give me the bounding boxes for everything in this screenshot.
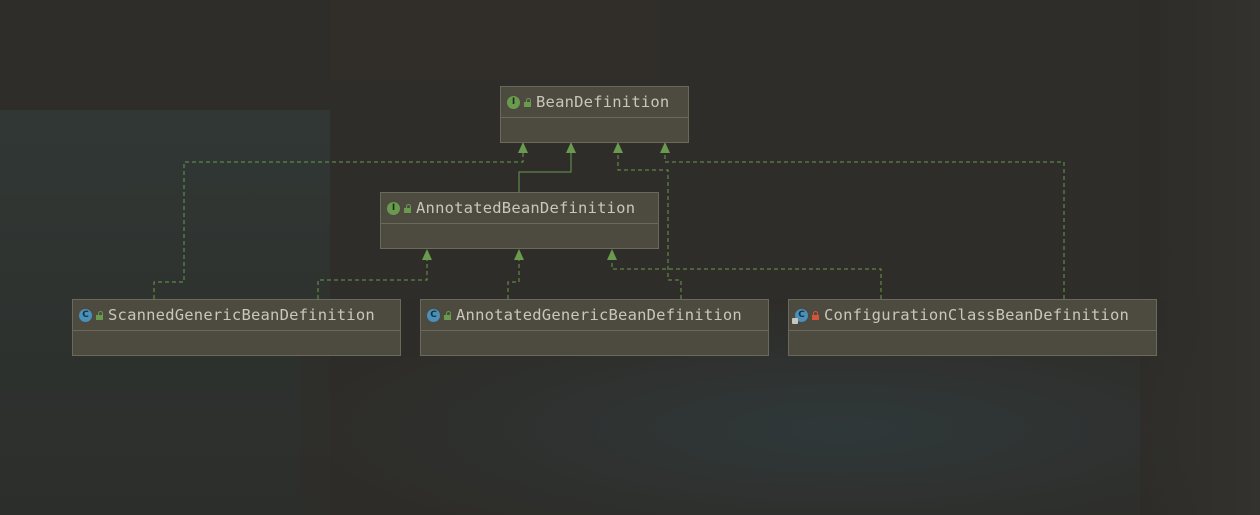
node-header: I AnnotatedBeanDefinition [381, 193, 658, 224]
arrowhead [514, 249, 524, 260]
node-header: C ConfigurationClassBeanDefinition [789, 300, 1156, 331]
public-lock-icon [523, 97, 532, 107]
edge-configuration-to-bean [664, 152, 1065, 299]
arrowhead [660, 142, 670, 153]
nested-class-marker-icon [792, 317, 798, 324]
public-lock-icon [443, 310, 452, 320]
inheritance-edges [153, 142, 1065, 299]
interface-icon: I [507, 95, 520, 109]
public-lock-icon [95, 310, 104, 320]
edge-annotated-to-bean [518, 152, 572, 192]
arrowhead [613, 142, 623, 153]
interface-icon: I [387, 201, 400, 215]
node-configuration-class-bean-definition[interactable]: C ConfigurationClassBeanDefinition [788, 299, 1157, 356]
class-icon: C [792, 308, 808, 324]
node-label: BeanDefinition [536, 93, 670, 111]
class-icon: C [79, 308, 92, 322]
arrowhead [422, 249, 432, 260]
node-label: AnnotatedBeanDefinition [416, 199, 636, 217]
node-bean-definition[interactable]: I BeanDefinition [500, 86, 689, 143]
node-label: ConfigurationClassBeanDefinition [824, 306, 1130, 324]
node-header: I BeanDefinition [501, 87, 688, 118]
edge-configuration-to-annotated [611, 259, 882, 299]
edge-annotatedgeneric-to-annotated [507, 259, 520, 299]
edge-scanned-to-annotated [317, 259, 428, 299]
public-lock-icon [403, 203, 412, 213]
node-label: AnnotatedGenericBeanDefinition [456, 306, 742, 324]
arrowhead [607, 249, 617, 260]
node-header: C AnnotatedGenericBeanDefinition [421, 300, 768, 331]
node-annotated-bean-definition[interactable]: I AnnotatedBeanDefinition [380, 192, 659, 249]
node-scanned-generic-bean-definition[interactable]: C ScannedGenericBeanDefinition [72, 299, 401, 356]
private-lock-icon [811, 310, 820, 320]
node-annotated-generic-bean-definition[interactable]: C AnnotatedGenericBeanDefinition [420, 299, 769, 356]
node-label: ScannedGenericBeanDefinition [108, 306, 375, 324]
arrowhead [518, 142, 528, 153]
class-icon: C [427, 308, 440, 322]
node-header: C ScannedGenericBeanDefinition [73, 300, 400, 331]
arrowhead [566, 142, 576, 153]
